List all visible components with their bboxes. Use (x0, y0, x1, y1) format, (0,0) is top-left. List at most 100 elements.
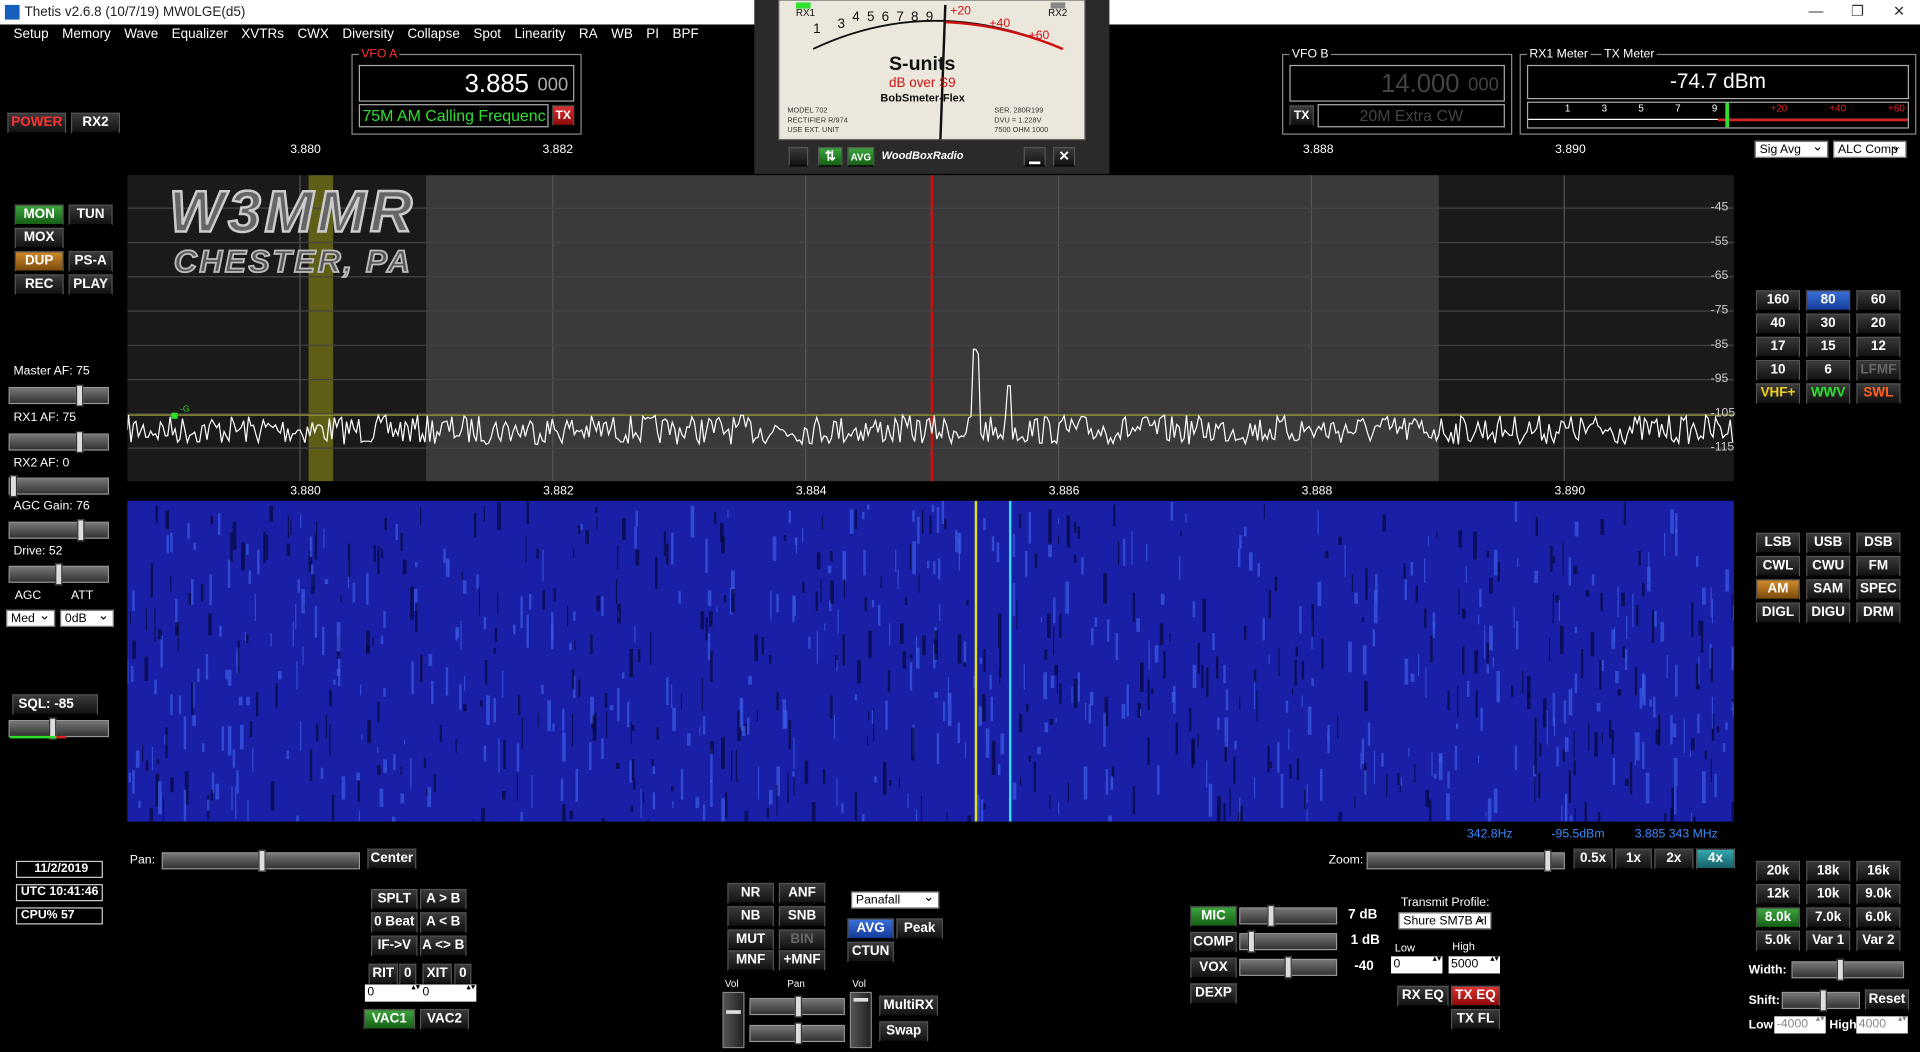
menu-item-memory[interactable]: Memory (62, 27, 111, 42)
sql-slider[interactable] (8, 717, 109, 740)
vfo-b-tx-button[interactable]: TX (1289, 105, 1314, 127)
band-button-10[interactable]: 10 (1755, 360, 1801, 381)
filter-button-18k[interactable]: 18k (1806, 860, 1851, 882)
band-button-lfmf[interactable]: LFMF (1856, 360, 1901, 381)
menu-item-diversity[interactable]: Diversity (342, 27, 394, 42)
shift-reset-button[interactable]: Reset (1864, 989, 1909, 1011)
meter-minimize-button[interactable]: ▁ (1023, 146, 1046, 167)
display-mode-select[interactable]: Panafall (851, 889, 940, 909)
zoom-2x-button[interactable]: 2x (1654, 848, 1694, 870)
vac2-button[interactable]: VAC2 (420, 1008, 469, 1030)
band-button-17[interactable]: 17 (1755, 336, 1801, 358)
mode-button-fm[interactable]: FM (1856, 555, 1901, 577)
center-button[interactable]: Center (367, 848, 417, 870)
filter-low-spinner[interactable]: -4000 (1774, 1015, 1826, 1034)
band-button-6[interactable]: 6 (1806, 360, 1851, 381)
band-button-40[interactable]: 40 (1755, 313, 1801, 335)
nr-button[interactable]: NR (727, 882, 774, 904)
mode-button-sam[interactable]: SAM (1806, 579, 1851, 601)
rx-eq-button[interactable]: RX EQ (1397, 985, 1449, 1007)
split-button[interactable]: SPLT (371, 888, 418, 910)
rx2-af-slider[interactable] (8, 475, 109, 498)
vfo-b-memo[interactable]: 20M Extra CW (1317, 104, 1505, 128)
meter-close-button[interactable]: ✕ (1053, 146, 1076, 167)
filter-button-var-1[interactable]: Var 1 (1806, 930, 1851, 952)
comp-button[interactable]: COMP (1190, 931, 1237, 953)
xit-spinner[interactable]: 0 (420, 983, 477, 1002)
rx2-pan2-slider[interactable] (749, 1022, 845, 1045)
tun-button[interactable]: TUN (68, 204, 113, 226)
mic-slider[interactable] (1239, 904, 1338, 927)
agc-select[interactable]: Med (6, 607, 56, 627)
ctun-button[interactable]: CTUN (847, 941, 894, 963)
band-button-vhf-[interactable]: VHF+ (1755, 383, 1801, 405)
vfo-a-memo[interactable]: 75M AM Calling Frequenc (358, 104, 549, 128)
rx2-pan-slider[interactable] (749, 995, 845, 1018)
multirx-button[interactable]: MultiRX (879, 995, 938, 1017)
b-to-a-button[interactable]: A < B (420, 912, 467, 934)
rec-button[interactable]: REC (14, 274, 64, 296)
band-button-80[interactable]: 80 (1806, 290, 1851, 312)
mnf-button[interactable]: MNF (727, 950, 774, 972)
rx2-vol2-slider[interactable] (849, 991, 872, 1049)
mode-button-cwu[interactable]: CWU (1806, 555, 1851, 577)
mox-button[interactable]: MOX (14, 227, 64, 249)
vox-button[interactable]: VOX (1190, 957, 1237, 979)
tx-eq-button[interactable]: TX EQ (1451, 985, 1501, 1007)
vac1-button[interactable]: VAC1 (363, 1008, 416, 1030)
transmit-profile-select[interactable]: Shure SM7B AI (1398, 910, 1492, 930)
menu-item-ra[interactable]: RA (579, 27, 598, 42)
mode-button-spec[interactable]: SPEC (1856, 579, 1901, 601)
filter-button-7-0k[interactable]: 7.0k (1806, 907, 1851, 929)
shift-slider[interactable] (1781, 989, 1861, 1012)
mode-button-lsb[interactable]: LSB (1755, 532, 1801, 554)
tx-filter-button[interactable]: TX FL (1451, 1008, 1501, 1030)
noise-gate-marker[interactable] (171, 412, 178, 419)
tx-low-spinner[interactable]: 0 (1391, 955, 1443, 974)
filter-button-12k[interactable]: 12k (1755, 884, 1801, 905)
vfo-a-frequency[interactable]: 3.885 000 (358, 64, 575, 102)
meter-arrows-button[interactable]: ⇅ (817, 146, 843, 167)
band-button-15[interactable]: 15 (1806, 336, 1851, 358)
comp-slider[interactable] (1239, 930, 1338, 953)
menu-item-xvtrs[interactable]: XVTRs (241, 27, 284, 42)
snb-button[interactable]: SNB (778, 906, 826, 927)
band-button-30[interactable]: 30 (1806, 313, 1851, 335)
filter-button-16k[interactable]: 16k (1856, 860, 1901, 882)
mode-button-usb[interactable]: USB (1806, 532, 1851, 554)
rx2-swap-button[interactable]: Swap (879, 1021, 929, 1043)
meter-avg-button[interactable]: AVG (847, 146, 875, 167)
band-button-60[interactable]: 60 (1856, 290, 1901, 312)
waterfall[interactable] (127, 500, 1734, 822)
ps-a-button[interactable]: PS-A (68, 251, 113, 272)
att-select[interactable]: 0dB (60, 607, 114, 627)
mode-button-digl[interactable]: DIGL (1755, 602, 1801, 624)
band-button-160[interactable]: 160 (1755, 290, 1801, 312)
power-button[interactable]: POWER (7, 112, 67, 134)
mode-button-dsb[interactable]: DSB (1856, 532, 1901, 554)
rx2-vol-slider[interactable] (722, 991, 745, 1049)
bin-button[interactable]: BIN (778, 929, 826, 951)
mic-button[interactable]: MIC (1190, 906, 1237, 927)
meter-mode-select[interactable]: Sig Avg (1754, 138, 1829, 158)
filter-button-10k[interactable]: 10k (1806, 884, 1851, 905)
zoom-4x-button[interactable]: 4x (1695, 848, 1736, 870)
menu-item-cwx[interactable]: CWX (297, 27, 328, 42)
vox-slider[interactable] (1239, 956, 1338, 979)
meter-square-button[interactable] (788, 146, 809, 167)
master-af-slider[interactable] (8, 384, 109, 407)
a-to-b-button[interactable]: A > B (420, 888, 467, 910)
zoom-slider[interactable] (1366, 849, 1565, 872)
vfo-a-tx-button[interactable]: TX (552, 105, 575, 127)
xit-button[interactable]: XIT (422, 963, 452, 985)
tx-meter-select[interactable]: ALC Comp (1833, 138, 1907, 158)
menu-item-collapse[interactable]: Collapse (407, 27, 459, 42)
avg-button[interactable]: AVG (847, 918, 894, 940)
nb-button[interactable]: NB (727, 906, 774, 927)
anf-button[interactable]: ANF (778, 882, 826, 904)
menu-item-pi[interactable]: PI (646, 27, 659, 42)
filter-button-5-0k[interactable]: 5.0k (1755, 930, 1801, 952)
zoom-0.5x-button[interactable]: 0.5x (1573, 848, 1613, 870)
menu-item-linearity[interactable]: Linearity (515, 27, 566, 42)
drive-slider[interactable] (8, 563, 109, 586)
